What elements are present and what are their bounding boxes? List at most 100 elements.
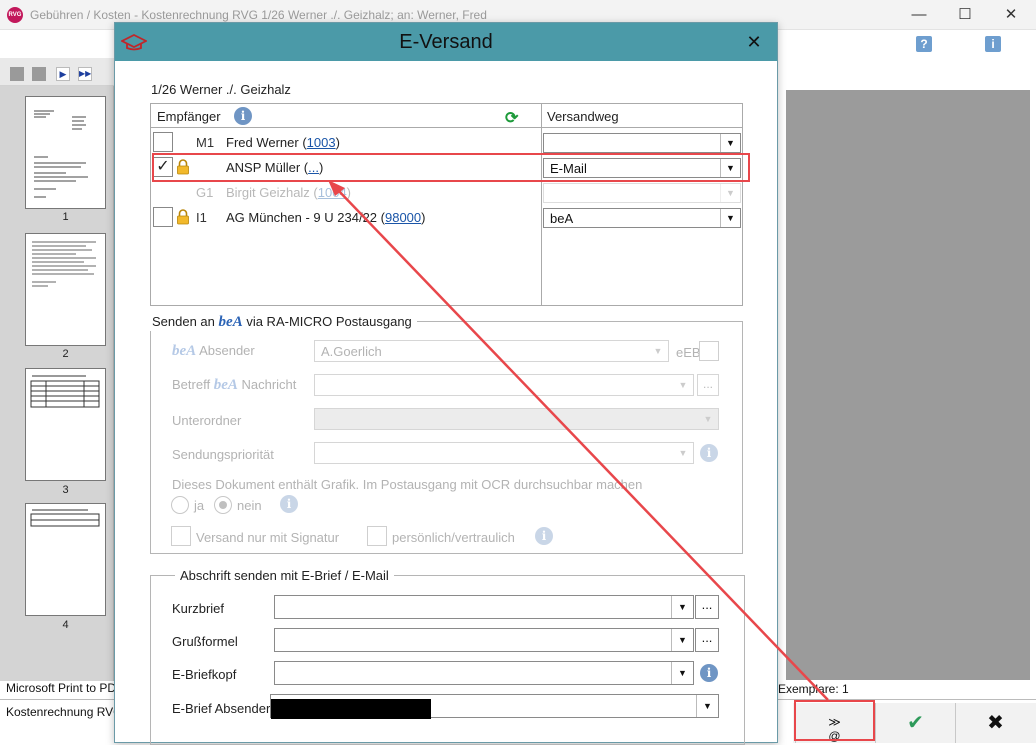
maximize-button[interactable]: ☐ [942, 0, 988, 30]
prioritaet-select: ▼ [314, 442, 694, 464]
betreff-select: ▼ [314, 374, 694, 396]
recipient-code: M1 [196, 135, 215, 150]
app-logo-icon: RVG [7, 7, 23, 23]
thumbnail-number: 1 [62, 211, 69, 223]
ocr-yes-label: ja [194, 498, 205, 513]
chevron-down-icon: ▼ [671, 662, 693, 684]
prioritaet-label: Sendungspriorität [172, 447, 274, 462]
info-icon: i [280, 495, 298, 513]
briefkopf-label: E-Briefkopf [172, 667, 237, 682]
chevron-down-icon: ▼ [671, 629, 693, 651]
copies-label: Exemplare: 1 [778, 682, 849, 696]
chevron-down-icon: ▼ [678, 380, 688, 390]
window-title: Gebühren / Kosten - Kostenrechnung RVG 1… [30, 8, 487, 22]
highlight-send-button [794, 700, 875, 741]
absender-select: A.Goerlich ▼ [314, 340, 669, 362]
versandweg-select[interactable]: beA ▼ [543, 208, 741, 228]
chevron-down-icon: ▼ [720, 184, 740, 202]
next-page-icon[interactable]: ▶ [56, 67, 70, 81]
chevron-down-icon: ▼ [720, 209, 740, 227]
vertraulich-checkbox [367, 526, 387, 546]
info-icon[interactable]: i [985, 36, 1001, 52]
recipient-name: Fred Werner (1003) [226, 135, 340, 150]
info-icon[interactable]: i [234, 107, 252, 125]
address-link[interactable]: 1003 [307, 135, 336, 150]
bea-logo: beA [213, 377, 238, 393]
unterordner-select: ▼ [314, 408, 719, 430]
redacted-value [271, 699, 431, 719]
betreff-label: Betreff beA Nachricht [172, 377, 297, 393]
recipient-name: Birgit Geizhalz (1004) [226, 185, 352, 200]
refresh-icon[interactable]: ⟳ [505, 108, 518, 128]
ok-button[interactable]: ✔ [875, 703, 955, 743]
page-thumbnail-4[interactable] [25, 503, 106, 616]
case-reference: 1/26 Werner ./. Geizhalz [151, 82, 291, 97]
abschrift-group-title: Abschrift senden mit E-Brief / E-Mail [175, 568, 394, 583]
window-close-button[interactable]: ✕ [988, 0, 1034, 30]
ebrief-absender-label: E-Brief Absender [172, 701, 271, 716]
kurzbrief-browse-button[interactable]: ... [695, 595, 719, 619]
info-icon: i [535, 527, 553, 545]
document-preview-area [786, 90, 1030, 680]
printer-name[interactable]: Microsoft Print to PDF [6, 681, 123, 699]
vertraulich-label: persönlich/vertraulich [392, 530, 515, 545]
kurzbrief-select[interactable]: ▼ [274, 595, 694, 619]
table-row: G1 Birgit Geizhalz (1004) ▼ [151, 180, 742, 205]
info-icon[interactable]: i [700, 664, 718, 682]
radio-selected-dot [219, 501, 227, 509]
minimize-button[interactable]: — [896, 0, 942, 30]
ocr-yes-radio [171, 496, 189, 514]
help-icon[interactable]: ? [916, 36, 932, 52]
bea-logo: beA [218, 314, 243, 330]
table-row[interactable]: M1 Fred Werner (1003) ▼ [151, 130, 742, 155]
signatur-checkbox [171, 526, 191, 546]
lock-icon [177, 209, 189, 225]
table-row[interactable]: I1 AG München - 9 U 234/22 (98000) beA ▼ [151, 205, 742, 230]
highlight-recipient-row [152, 153, 750, 182]
prev-page-icon[interactable] [32, 67, 46, 81]
dialog-close-button[interactable]: ✕ [741, 29, 767, 55]
absender-label: beA Absender [172, 343, 255, 359]
chevron-down-icon: ▼ [671, 596, 693, 618]
page-preview-graphic [34, 110, 88, 198]
ocr-no-radio [214, 496, 232, 514]
ebrief-absender-select[interactable]: ▼ [270, 694, 719, 719]
last-page-icon[interactable]: ▶▶ [78, 67, 92, 81]
recipient-checkbox[interactable] [153, 132, 173, 152]
page-thumbnail-3[interactable] [25, 368, 106, 481]
page-thumbnail-1[interactable] [25, 96, 106, 209]
bea-group-title: Senden an beA via RA-MICRO Postausgang [147, 314, 417, 331]
ocr-no-label: nein [237, 498, 262, 513]
page-preview-graphic [30, 509, 100, 527]
e-versand-dialog: E-Versand ✕ 1/26 Werner ./. Geizhalz Emp… [114, 22, 778, 745]
graduation-cap-icon [121, 33, 147, 51]
versandweg-select: ▼ [543, 183, 741, 203]
ocr-text: Dieses Dokument enthält Grafik. Im Posta… [172, 477, 643, 492]
close-icon: ✖ [987, 712, 1004, 734]
chevron-down-icon: ▼ [696, 695, 718, 717]
chevron-down-icon: ▼ [703, 414, 713, 424]
address-link[interactable]: 98000 [385, 210, 421, 225]
cancel-button[interactable]: ✖ [955, 703, 1035, 743]
thumbnail-number: 3 [62, 484, 69, 496]
briefkopf-select[interactable]: ▼ [274, 661, 694, 685]
recipient-code: I1 [196, 210, 207, 225]
chevron-down-icon: ▼ [720, 134, 740, 152]
column-header-empfaenger: Empfänger [157, 109, 221, 124]
versandweg-select[interactable]: ▼ [543, 133, 741, 153]
bea-logo: beA [172, 343, 197, 359]
first-page-icon[interactable] [10, 67, 24, 81]
recipient-checkbox[interactable] [153, 207, 173, 227]
eeb-checkbox [699, 341, 719, 361]
grussformel-select[interactable]: ▼ [274, 628, 694, 652]
document-name: Kostenrechnung RVG [6, 705, 123, 719]
chevron-down-icon: ▼ [653, 346, 663, 356]
grussformel-browse-button[interactable]: ... [695, 628, 719, 652]
address-link: 1004 [317, 185, 347, 200]
betreff-browse-button: ... [697, 374, 719, 396]
eeb-label: eEB [676, 345, 701, 360]
page-thumbnail-2[interactable] [25, 233, 106, 346]
page-preview-graphic [32, 241, 96, 287]
unterordner-label: Unterordner [172, 413, 242, 428]
column-header-versandweg: Versandweg [547, 109, 619, 124]
